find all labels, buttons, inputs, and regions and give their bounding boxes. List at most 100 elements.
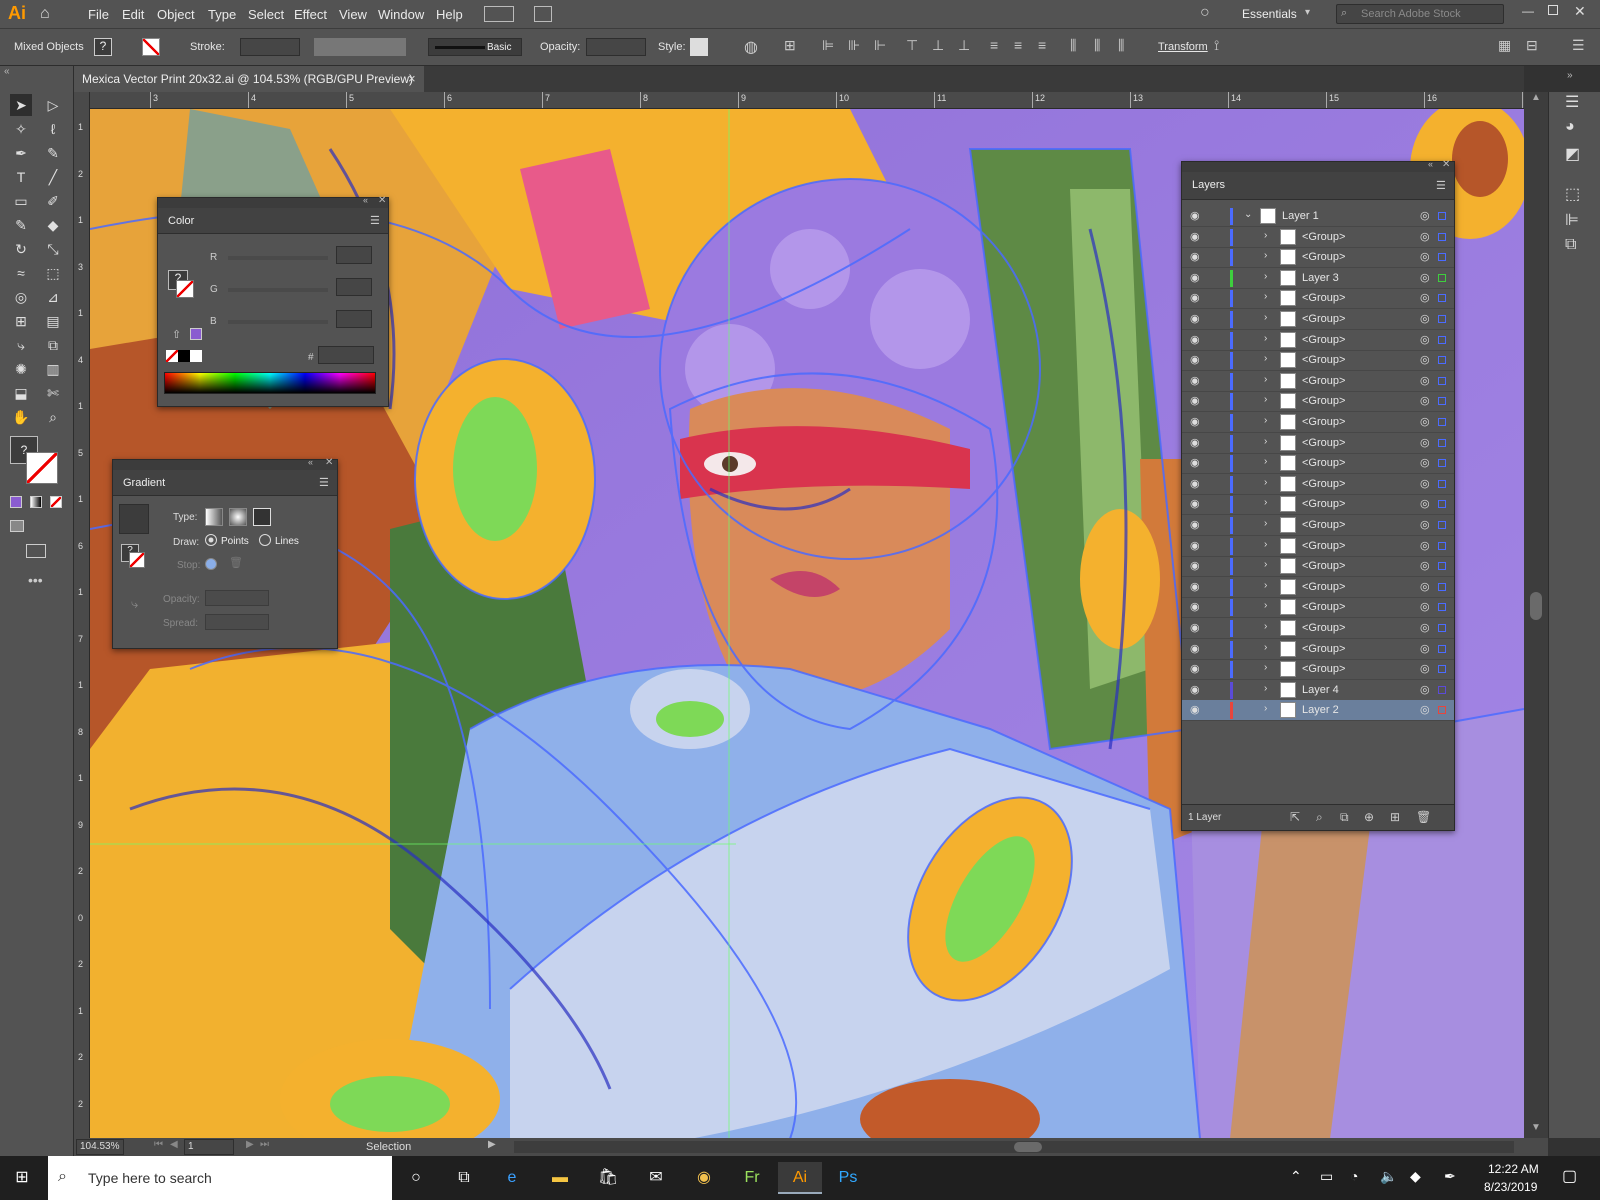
- target-icon[interactable]: ◎: [1420, 600, 1430, 613]
- align-to-icon[interactable]: ⊞: [784, 37, 796, 54]
- target-icon[interactable]: ◎: [1420, 539, 1430, 552]
- expand-chevron-icon[interactable]: ›: [1264, 291, 1267, 302]
- layer-row[interactable]: ◉ › <Group> ◎: [1182, 618, 1454, 639]
- selection-indicator[interactable]: [1438, 376, 1446, 385]
- selection-indicator[interactable]: [1438, 685, 1446, 694]
- visibility-eye-icon[interactable]: ◉: [1190, 291, 1200, 304]
- target-icon[interactable]: ◎: [1420, 642, 1430, 655]
- menu-help[interactable]: Help: [436, 7, 463, 22]
- target-icon[interactable]: ◎: [1420, 415, 1430, 428]
- file-explorer-icon[interactable]: ▬: [538, 1162, 582, 1194]
- panel-menu-icon[interactable]: ☰: [319, 476, 329, 489]
- target-icon[interactable]: ◎: [1420, 271, 1430, 284]
- more-options-icon[interactable]: ⊟: [1526, 37, 1538, 54]
- selection-indicator[interactable]: [1438, 438, 1446, 447]
- align-icon[interactable]: ⊫: [1565, 210, 1579, 230]
- layer-row[interactable]: ◉ › Layer 3 ◎: [1182, 268, 1454, 289]
- gradient-mode-icon[interactable]: [30, 496, 42, 508]
- expand-chevron-icon[interactable]: ›: [1264, 642, 1267, 653]
- align-center-icon[interactable]: ⊪: [848, 37, 860, 54]
- gradient-stroke-swatch[interactable]: [129, 552, 145, 568]
- visibility-eye-icon[interactable]: ◉: [1190, 642, 1200, 655]
- visibility-eye-icon[interactable]: ◉: [1190, 394, 1200, 407]
- fresco-icon[interactable]: Fr: [730, 1162, 774, 1194]
- target-icon[interactable]: ◎: [1420, 559, 1430, 572]
- status-menu-icon[interactable]: ▶: [488, 1139, 496, 1150]
- expand-chevron-icon[interactable]: ›: [1264, 580, 1267, 591]
- stroke-indicator[interactable]: [26, 452, 58, 484]
- first-artboard-icon[interactable]: ⏮: [154, 1139, 163, 1150]
- lasso-tool-icon[interactable]: ℓ: [42, 118, 64, 140]
- expand-chevron-icon[interactable]: ›: [1264, 436, 1267, 447]
- visibility-eye-icon[interactable]: ◉: [1190, 497, 1200, 510]
- color-spectrum[interactable]: [164, 372, 376, 394]
- menu-effect[interactable]: Effect: [294, 7, 327, 22]
- layer-row[interactable]: ◉ › <Group> ◎: [1182, 371, 1454, 392]
- distribute-middle-icon[interactable]: ≡: [1014, 37, 1022, 53]
- go-to-bridge-icon[interactable]: [534, 6, 552, 22]
- fill-swatch[interactable]: ?: [94, 38, 112, 56]
- edge-icon[interactable]: e: [490, 1162, 534, 1194]
- layer-row[interactable]: ◉ › Layer 4 ◎: [1182, 680, 1454, 701]
- menu-file[interactable]: File: [88, 7, 109, 22]
- selection-indicator[interactable]: [1438, 521, 1446, 529]
- visibility-eye-icon[interactable]: ◉: [1190, 374, 1200, 387]
- expand-chevron-icon[interactable]: ›: [1264, 394, 1267, 405]
- line-tool-icon[interactable]: ╱: [42, 166, 64, 188]
- brush-definition[interactable]: Basic: [428, 38, 522, 56]
- align-bottom-icon[interactable]: ⊥: [958, 37, 970, 54]
- points-radio[interactable]: [205, 534, 217, 546]
- visibility-eye-icon[interactable]: ◉: [1190, 456, 1200, 469]
- target-icon[interactable]: ◎: [1420, 374, 1430, 387]
- new-layer-icon[interactable]: ⊞: [1390, 810, 1400, 824]
- next-artboard-icon[interactable]: ▶: [246, 1139, 254, 1150]
- visibility-eye-icon[interactable]: ◉: [1190, 230, 1200, 243]
- layer-row[interactable]: ◉ › <Group> ◎: [1182, 556, 1454, 578]
- clock-date[interactable]: 8/23/2019: [1484, 1180, 1537, 1194]
- artboard-tool-icon[interactable]: ⬓: [10, 382, 32, 404]
- stock-search-input[interactable]: ⌕ Search Adobe Stock: [1336, 4, 1504, 24]
- color-tab[interactable]: Color ☰: [158, 208, 388, 234]
- layer-row[interactable]: ◉ › <Group> ◎: [1182, 309, 1454, 330]
- distribute-left-icon[interactable]: ⫼: [1070, 37, 1076, 54]
- scroll-thumb[interactable]: [1530, 592, 1542, 620]
- recolor-artwork-icon[interactable]: ◍: [744, 37, 758, 57]
- pen-icon[interactable]: ✒: [1444, 1168, 1456, 1185]
- clipping-mask-icon[interactable]: ⧉: [1340, 810, 1349, 825]
- layer-row[interactable]: ◉ › <Group> ◎: [1182, 391, 1454, 413]
- store-icon[interactable]: 🛍: [586, 1162, 630, 1194]
- visibility-eye-icon[interactable]: ◉: [1190, 333, 1200, 346]
- stroke-swatch-none-icon[interactable]: [142, 38, 160, 56]
- rotate-tool-icon[interactable]: ↻: [10, 238, 32, 260]
- volume-icon[interactable]: 🔈: [1380, 1168, 1397, 1185]
- zoom-tool-icon[interactable]: ⌕: [42, 406, 64, 428]
- last-artboard-icon[interactable]: ⏭: [260, 1139, 269, 1150]
- selection-indicator[interactable]: [1438, 582, 1446, 591]
- target-icon[interactable]: ◎: [1420, 291, 1430, 304]
- layer-row[interactable]: ◉ › <Group> ◎: [1182, 288, 1454, 310]
- visibility-eye-icon[interactable]: ◉: [1190, 250, 1200, 263]
- show-hidden-icons[interactable]: ⌃: [1290, 1168, 1302, 1185]
- expand-chevron-icon[interactable]: ›: [1264, 250, 1267, 261]
- b-slider[interactable]: [228, 320, 328, 324]
- scroll-down-icon[interactable]: ▼: [1531, 1122, 1541, 1133]
- layer-row[interactable]: ◉ › <Group> ◎: [1182, 659, 1454, 681]
- clock-time[interactable]: 12:22 AM: [1488, 1162, 1539, 1176]
- layer-row[interactable]: ◉ ⌄ Layer 1 ◎: [1182, 206, 1454, 227]
- target-icon[interactable]: ◎: [1420, 312, 1430, 325]
- illustrator-icon[interactable]: Ai: [778, 1162, 822, 1194]
- slice-tool-icon[interactable]: ✄: [42, 382, 64, 404]
- align-top-icon[interactable]: ⊤: [906, 37, 918, 54]
- color-icon[interactable]: ◕: [1565, 118, 1575, 136]
- pen-tool-icon[interactable]: ✒: [10, 142, 32, 164]
- align-right-icon[interactable]: ⊩: [874, 37, 886, 54]
- selection-indicator[interactable]: [1438, 500, 1446, 509]
- visibility-eye-icon[interactable]: ◉: [1190, 621, 1200, 634]
- selection-indicator[interactable]: [1438, 644, 1446, 653]
- gradient-spread-input[interactable]: [205, 614, 269, 630]
- distribute-center-icon[interactable]: ⫼: [1094, 37, 1100, 54]
- menu-object[interactable]: Object: [157, 7, 195, 22]
- graphic-style-swatch[interactable]: [690, 38, 708, 56]
- lightbulb-icon[interactable]: ○: [1200, 4, 1210, 22]
- taskbar-search[interactable]: ⌕ Type here to search: [48, 1156, 392, 1200]
